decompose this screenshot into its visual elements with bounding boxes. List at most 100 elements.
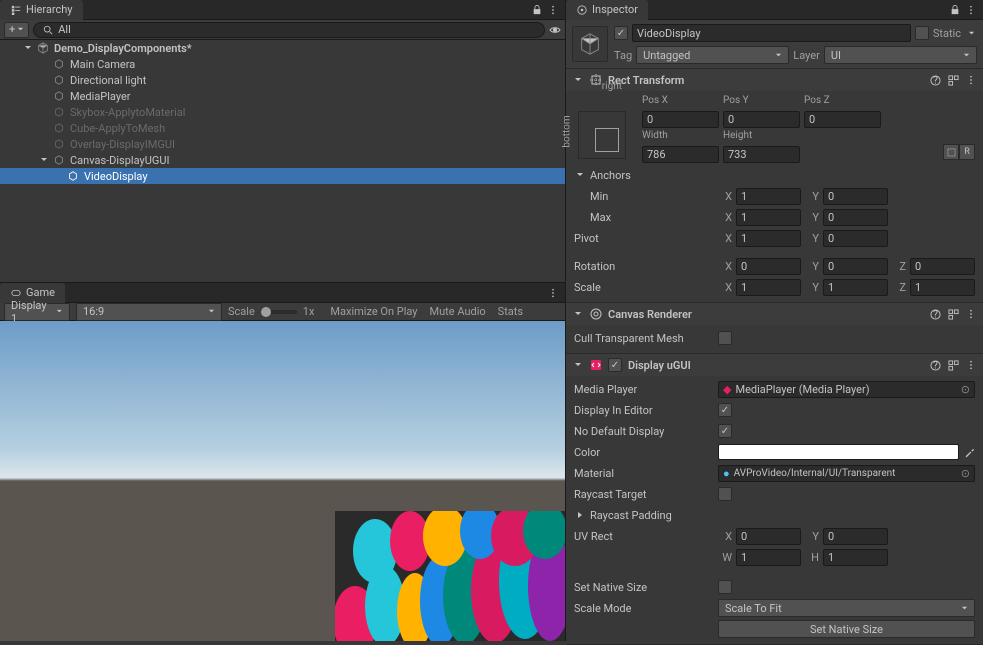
static-checkbox[interactable] [915,26,929,40]
scale-mode-dropdown[interactable]: Scale To Fit [718,599,975,617]
scaley-input[interactable] [823,279,888,296]
hierarchy-tab[interactable]: Hierarchy [0,0,83,20]
hierarchy-item[interactable]: Cube-ApplyToMesh [0,120,565,136]
height-input[interactable] [723,146,800,163]
search-icon [42,24,54,36]
foldout-icon[interactable] [38,154,50,166]
eyedropper-icon[interactable] [963,446,975,458]
posy-input[interactable] [723,111,800,128]
object-name-input[interactable] [632,24,911,42]
gameobject-icon [52,153,66,167]
preset-icon[interactable] [947,359,959,371]
anchor-minx-input[interactable] [736,188,801,205]
rotz-input[interactable] [910,258,975,275]
scene-row[interactable]: Demo_DisplayComponents* [0,40,565,56]
chevron-down-icon[interactable] [965,27,977,39]
tag-dropdown[interactable]: Untagged [636,46,789,64]
color-field[interactable] [718,444,959,460]
inspector-tab-label: Inspector [592,3,638,16]
rotx-input[interactable] [736,258,801,275]
lock-icon[interactable] [531,4,543,16]
pivoty-input[interactable] [823,230,888,247]
hierarchy-search[interactable]: All [33,22,545,38]
posz-input[interactable] [804,111,881,128]
hierarchy-item[interactable]: MediaPlayer [0,88,565,104]
anchor-miny-input[interactable] [823,188,888,205]
hierarchy-item[interactable]: Canvas-DisplayUGUI [0,152,565,168]
foldout-icon[interactable] [572,359,584,371]
hierarchy-item-selected[interactable]: VideoDisplay [0,168,565,184]
object-picker-icon[interactable]: ⊙ [961,383,970,396]
hierarchy-item[interactable]: Main Camera [0,56,565,72]
uvh-input[interactable] [823,549,888,566]
roty-input[interactable] [823,258,888,275]
layer-dropdown[interactable]: UI [824,46,977,64]
context-menu-icon[interactable] [547,4,559,16]
raw-edit-button[interactable]: R [959,144,975,160]
layer-label: Layer [793,49,820,62]
preset-icon[interactable] [947,74,959,86]
blueprint-mode-button[interactable] [943,144,959,160]
maximize-toggle[interactable]: Maximize On Play [330,305,417,318]
game-icon [10,287,22,299]
media-player-field[interactable]: ◆MediaPlayer (Media Player)⊙ [718,381,975,398]
unity-icon [36,41,50,55]
lock-icon[interactable] [949,4,961,16]
object-picker-icon[interactable]: ⊙ [961,467,970,480]
raycast-checkbox[interactable] [718,487,732,501]
gameobject-icon [572,26,608,62]
uvw-input[interactable] [736,549,801,566]
mute-toggle[interactable]: Mute Audio [430,305,486,318]
preset-icon[interactable] [947,308,959,320]
scene-visibility-icon[interactable] [549,24,561,36]
anchor-maxy-input[interactable] [823,209,888,226]
scalez-input[interactable] [910,279,975,296]
help-icon[interactable]: ? [929,308,941,320]
uvx-input[interactable] [736,528,801,545]
foldout-icon[interactable] [22,42,34,54]
help-icon[interactable]: ? [929,74,941,86]
pivotx-input[interactable] [736,230,801,247]
static-label: Static [933,27,961,40]
foldout-icon[interactable] [574,509,586,521]
hierarchy-item[interactable]: Directional light [0,72,565,88]
display-in-editor-checkbox[interactable] [718,403,732,417]
scale-value: 1x [303,305,315,318]
stats-toggle[interactable]: Stats [498,305,523,318]
canvas-renderer-title: Canvas Renderer [608,308,923,321]
create-dropdown[interactable]: + [4,22,29,38]
material-ref-icon: ● [723,467,730,480]
aspect-dropdown[interactable]: 16:9 [76,303,222,321]
svg-text:?: ? [933,309,938,320]
scalex-input[interactable] [736,279,801,296]
context-menu-icon[interactable] [965,74,977,86]
script-ref-icon: ◆ [723,383,731,396]
posx-input[interactable] [642,111,719,128]
hierarchy-item[interactable]: Skybox-ApplytoMaterial [0,104,565,120]
anchor-preset-button[interactable]: bottom [578,111,626,159]
help-icon[interactable]: ? [929,359,941,371]
foldout-icon[interactable] [572,74,584,86]
inspector-tab[interactable]: Inspector [566,0,648,20]
width-input[interactable] [642,146,719,163]
active-checkbox[interactable] [614,26,628,40]
svg-text:?: ? [933,360,938,371]
anchor-maxx-input[interactable] [736,209,801,226]
component-enable-checkbox[interactable] [608,358,622,372]
context-menu-icon[interactable] [965,359,977,371]
scene-name: Demo_DisplayComponents* [54,42,192,55]
no-default-checkbox[interactable] [718,424,732,438]
material-field[interactable]: ●AVProVideo/Internal/UI/Transparent⊙ [718,465,975,482]
foldout-icon[interactable] [574,169,586,181]
set-native-size-button[interactable]: Set Native Size [718,620,975,638]
set-native-checkbox[interactable] [718,580,732,594]
context-menu-icon[interactable] [965,308,977,320]
foldout-icon[interactable] [572,308,584,320]
scale-slider[interactable] [261,310,297,314]
uvy-input[interactable] [823,528,888,545]
context-menu-icon[interactable] [965,4,977,16]
context-menu-icon[interactable] [547,287,559,299]
cull-checkbox[interactable] [718,331,732,345]
display-dropdown[interactable]: Display 1 [4,303,70,321]
hierarchy-item[interactable]: Overlay-DisplayIMGUI [0,136,565,152]
